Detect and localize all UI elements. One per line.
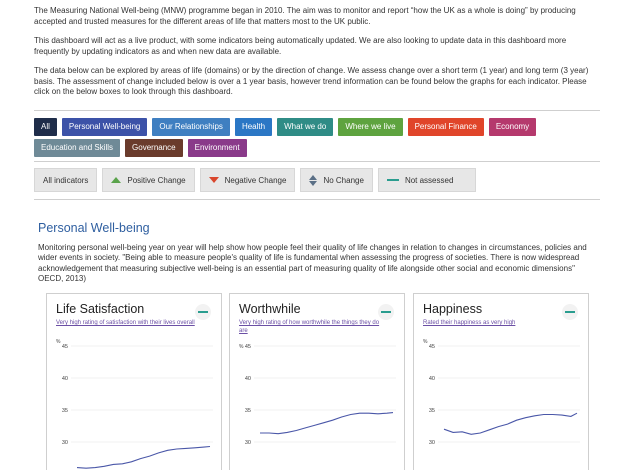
domain-button-governance[interactable]: Governance (125, 139, 183, 157)
domain-button-where-we-live[interactable]: Where we live (338, 118, 403, 136)
intro-text: The Measuring National Well-being (MNW) … (34, 6, 600, 107)
y-tick-label: 40 (62, 376, 68, 382)
filter-negative-change[interactable]: Negative Change (199, 168, 296, 192)
y-tick-label: 30 (62, 440, 68, 446)
indicator-card-life-satisfaction[interactable]: Life Satisfaction Very high rating of sa… (46, 293, 222, 470)
change-filters: All indicators Positive Change Negative … (34, 168, 477, 192)
not-assessed-icon (378, 304, 394, 320)
filter-label: Negative Change (224, 175, 287, 185)
card-subtitle-link[interactable]: Rated their happiness as very high (423, 320, 573, 328)
y-tick-label: 40 (429, 376, 435, 382)
line-chart-worthwhile: 303540452013201420152016 (245, 344, 396, 446)
section-title: Personal Well-being (38, 221, 150, 235)
card-title: Worthwhile (239, 302, 301, 316)
domain-button-economy[interactable]: Economy (488, 118, 537, 136)
indicator-card-worthwhile[interactable]: Worthwhile Very high rating of how worth… (229, 293, 405, 470)
not-assessed-icon (562, 304, 578, 320)
section-description: Monitoring personal well-being year on y… (38, 243, 587, 283)
triangle-up-icon (111, 177, 122, 183)
divider (34, 110, 600, 111)
y-tick-label: 35 (245, 408, 251, 414)
not-assessed-icon (195, 304, 211, 320)
filter-positive-change[interactable]: Positive Change (102, 168, 195, 192)
filter-label: All indicators (43, 175, 89, 185)
domain-row-1: All Personal Well-being Our Relationship… (34, 118, 537, 136)
y-tick-label: 45 (62, 344, 68, 350)
triangle-down-icon (208, 177, 219, 183)
domain-button-all[interactable]: All (34, 118, 57, 136)
card-title: Happiness (423, 302, 483, 316)
domain-button-education-and-skills[interactable]: Education and Skills (34, 139, 121, 157)
y-tick-label: 45 (245, 344, 251, 350)
intro-paragraph-3: The data below can be explored by areas … (34, 66, 589, 96)
card-title: Life Satisfaction (56, 302, 145, 316)
filter-label: Positive Change (127, 175, 186, 185)
indicator-card-happiness[interactable]: Happiness Rated their happiness as very … (413, 293, 589, 470)
up-down-arrows-icon (309, 174, 318, 186)
y-tick-label: 45 (429, 344, 435, 350)
card-subtitle-link[interactable]: Very high rating of satisfaction with th… (56, 320, 206, 328)
y-tick-label: 30 (429, 440, 435, 446)
domain-button-what-we-do[interactable]: What we do (277, 118, 334, 136)
line-chart-happiness: 303540452013201420152016 (429, 344, 580, 446)
divider (34, 199, 600, 200)
domain-button-our-relationships[interactable]: Our Relationships (152, 118, 230, 136)
series-line (443, 412, 578, 435)
filter-no-change[interactable]: No Change (300, 168, 373, 192)
domain-button-health[interactable]: Health (234, 118, 273, 136)
y-tick-label: 35 (62, 408, 68, 414)
filter-all-indicators[interactable]: All indicators (34, 168, 98, 192)
dash-icon (386, 179, 399, 181)
series-line (260, 412, 394, 435)
filter-not-assessed[interactable]: Not assessed (377, 168, 477, 192)
filter-label: Not assessed (404, 175, 454, 185)
domain-button-personal-finance[interactable]: Personal Finance (407, 118, 484, 136)
line-chart-life-satisfaction: 303540452013201420152016 (62, 344, 213, 469)
y-tick-label: 30 (245, 440, 251, 446)
y-tick-label: 35 (429, 408, 435, 414)
filter-label: No Change (323, 175, 364, 185)
domain-button-personal-well-being[interactable]: Personal Well-being (61, 118, 148, 136)
series-line (76, 445, 211, 469)
card-subtitle-link[interactable]: Very high rating of how worthwhile the t… (239, 320, 389, 335)
intro-paragraph-1: The Measuring National Well-being (MNW) … (34, 6, 576, 26)
domain-button-environment[interactable]: Environment (187, 139, 247, 157)
y-tick-label: 40 (245, 376, 251, 382)
domain-row-2: Education and Skills Governance Environm… (34, 139, 247, 157)
intro-paragraph-2: This dashboard will act as a live produc… (34, 36, 567, 56)
divider (34, 161, 600, 162)
